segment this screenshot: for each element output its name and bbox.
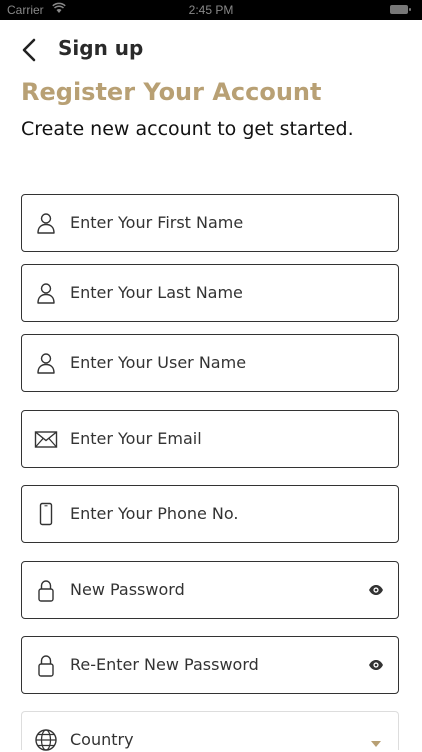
user-icon [37,213,55,234]
last-name-field[interactable]: Enter Your Last Name [21,264,399,322]
nav-title: Sign up [58,36,144,60]
first-name-placeholder: Enter Your First Name [70,213,244,232]
user-name-field[interactable]: Enter Your User Name [21,334,399,392]
phone-field[interactable]: Enter Your Phone No. [21,485,399,543]
first-name-field[interactable]: Enter Your First Name [21,194,399,252]
user-icon [37,353,55,374]
eye-icon[interactable] [368,657,384,673]
phone-icon [39,502,53,526]
back-arrow-icon[interactable] [18,36,42,64]
user-icon [37,283,55,304]
battery-icon [390,5,411,14]
reenter-password-field[interactable]: Re-Enter New Password [21,636,399,694]
last-name-placeholder: Enter Your Last Name [70,283,243,302]
new-password-placeholder: New Password [70,580,185,599]
country-placeholder: Country [70,730,134,749]
new-password-field[interactable]: New Password [21,561,399,619]
page-title: Register Your Account [21,78,322,106]
page-subtitle: Create new account to get started. [21,118,354,140]
nav-bar: Sign up [0,32,422,68]
eye-icon[interactable] [368,582,384,598]
lock-icon [38,655,54,677]
envelope-icon [34,431,58,448]
lock-icon [38,580,54,602]
email-field[interactable]: Enter Your Email [21,410,399,468]
reenter-password-placeholder: Re-Enter New Password [70,655,259,674]
country-select[interactable]: Country [21,711,399,751]
phone-placeholder: Enter Your Phone No. [70,504,239,523]
status-bar: Carrier 2:45 PM [0,0,422,20]
user-name-placeholder: Enter Your User Name [70,353,247,372]
globe-icon [35,729,57,751]
email-placeholder: Enter Your Email [70,429,202,448]
status-time: 2:45 PM [188,3,234,17]
